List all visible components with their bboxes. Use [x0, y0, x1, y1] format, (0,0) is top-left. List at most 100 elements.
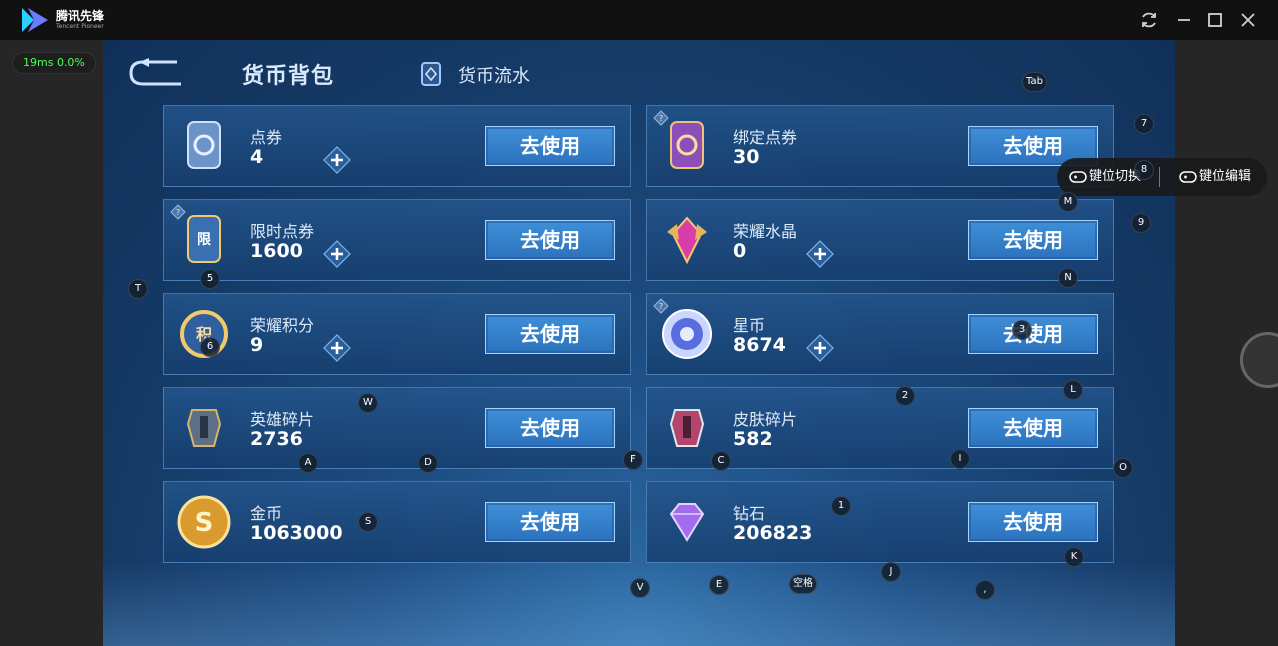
currency-card: 积荣耀积分 9 去使用: [163, 293, 631, 375]
diamond-icon: [669, 503, 705, 542]
currency-card: 限? 限时点券 1600 去使用: [163, 199, 631, 281]
currency-amount: 8674: [733, 334, 786, 356]
currency-card: ? 星币 8674 去使用: [646, 293, 1114, 375]
currency-card: 钻石 206823 去使用: [646, 481, 1114, 563]
minimize-icon[interactable]: [1172, 8, 1196, 32]
use-button[interactable]: 去使用: [968, 314, 1098, 354]
tab-currency-flow[interactable]: 货币流水: [458, 62, 530, 88]
gamepad-icon: [1179, 171, 1197, 183]
key-hint-badge: F: [623, 450, 643, 470]
glory-crystal-icon: [667, 216, 707, 265]
key-hint-badge: E: [709, 575, 729, 595]
key-hint-badge: 8: [1134, 160, 1154, 180]
toolbar-divider: [1159, 167, 1160, 187]
use-button[interactable]: 去使用: [968, 220, 1098, 260]
svg-text:S: S: [195, 508, 214, 538]
currency-name: 金币: [250, 504, 283, 523]
key-edit-button[interactable]: 键位编辑: [1171, 158, 1251, 196]
maximize-icon[interactable]: [1203, 8, 1227, 32]
latency-badge: 19ms 0.0%: [12, 52, 96, 74]
refresh-icon[interactable]: [1137, 8, 1161, 32]
help-icon[interactable]: ?: [653, 298, 669, 314]
tencent-pioneer-logo-icon: [22, 8, 48, 32]
currency-name: 荣耀积分: [250, 316, 315, 335]
plus-icon[interactable]: [806, 334, 834, 362]
key-hint-badge: L: [1063, 380, 1083, 400]
plus-icon[interactable]: [323, 146, 351, 174]
currency-name: 钻石: [733, 504, 766, 523]
key-hint-badge: T: [128, 279, 148, 299]
use-button[interactable]: 去使用: [485, 126, 615, 166]
key-hint-badge: 空格: [789, 574, 817, 594]
key-hint-badge: V: [630, 578, 650, 598]
plus-icon[interactable]: [323, 240, 351, 268]
plus-icon[interactable]: [806, 240, 834, 268]
use-button[interactable]: 去使用: [485, 408, 615, 448]
use-button[interactable]: 去使用: [968, 408, 1098, 448]
currency-amount: 2736: [250, 428, 303, 450]
currency-card: 点券 4 去使用: [163, 105, 631, 187]
left-sidebar: [0, 40, 103, 646]
currency-name: 荣耀水晶: [733, 222, 798, 241]
currency-name: 绑定点券: [733, 128, 798, 147]
coupon-icon: [187, 121, 221, 169]
use-button[interactable]: 去使用: [485, 314, 615, 354]
use-button[interactable]: 去使用: [485, 220, 615, 260]
key-hint-badge: 5: [200, 269, 220, 289]
app-name: 腾讯先锋: [56, 9, 105, 23]
currency-card: ? 绑定点券 30 去使用: [646, 105, 1114, 187]
transaction-flow-icon: [421, 62, 441, 86]
currency-card: 荣耀水晶 0 去使用: [646, 199, 1114, 281]
currency-amount: 1600: [250, 240, 303, 262]
plus-icon[interactable]: [323, 334, 351, 362]
key-hint-badge: M: [1058, 192, 1078, 212]
key-hint-badge: Tab: [1022, 72, 1047, 92]
back-arrow-icon[interactable]: [127, 58, 185, 88]
emulator-titlebar: 腾讯先锋 Tencent Pioneer: [0, 0, 1278, 40]
skin-fragment-icon: [669, 409, 705, 447]
key-hint-badge: 9: [1131, 213, 1151, 233]
tab-currency-bag[interactable]: 货币背包: [242, 58, 334, 90]
key-hint-badge: A: [298, 453, 318, 473]
key-hint-badge: D: [418, 453, 438, 473]
key-hint-badge: J: [881, 562, 901, 582]
use-button[interactable]: 去使用: [968, 502, 1098, 542]
key-hint-badge: O: [1113, 458, 1133, 478]
currency-amount: 4: [250, 146, 264, 168]
currency-amount: 9: [250, 334, 264, 356]
currency-amount: 206823: [733, 522, 813, 544]
key-hint-badge: 6: [200, 337, 220, 357]
help-icon[interactable]: ?: [170, 204, 186, 220]
key-edit-label: 键位编辑: [1199, 169, 1252, 184]
currency-name: 点券: [250, 128, 283, 147]
currency-card: 英雄碎片 2736 去使用: [163, 387, 631, 469]
key-hint-badge: W: [358, 393, 378, 413]
currency-card: S 金币 1063000 去使用: [163, 481, 631, 563]
key-hint-badge: 2: [895, 386, 915, 406]
currency-amount: 1063000: [250, 522, 343, 544]
key-mapping-toolbar: 键位切换 键位编辑: [1057, 158, 1267, 196]
key-hint-badge: 7: [1134, 114, 1154, 134]
key-hint-badge: N: [1058, 268, 1078, 288]
hero-fragment-icon: [186, 409, 222, 447]
svg-text:?: ?: [176, 208, 180, 217]
gold-coin-icon: S: [177, 495, 231, 549]
help-icon[interactable]: ?: [653, 110, 669, 126]
use-button[interactable]: 去使用: [485, 502, 615, 542]
currency-amount: 582: [733, 428, 773, 450]
gamepad-icon: [1069, 171, 1087, 183]
currency-name: 星币: [733, 316, 766, 335]
svg-text:?: ?: [659, 114, 663, 123]
svg-text:?: ?: [659, 302, 663, 311]
key-switch-button[interactable]: 键位切换: [1061, 158, 1141, 196]
currency-name: 限时点券: [250, 222, 315, 241]
svg-text:限: 限: [197, 232, 211, 248]
key-hint-badge: 3: [1012, 320, 1032, 340]
currency-name: 英雄碎片: [250, 410, 315, 429]
key-hint-badge: S: [358, 512, 378, 532]
currency-name: 皮肤碎片: [733, 410, 798, 429]
currency-amount: 0: [733, 240, 747, 262]
key-hint-badge: ,: [975, 580, 995, 600]
close-icon[interactable]: [1236, 8, 1260, 32]
key-hint-badge: I: [950, 449, 970, 469]
